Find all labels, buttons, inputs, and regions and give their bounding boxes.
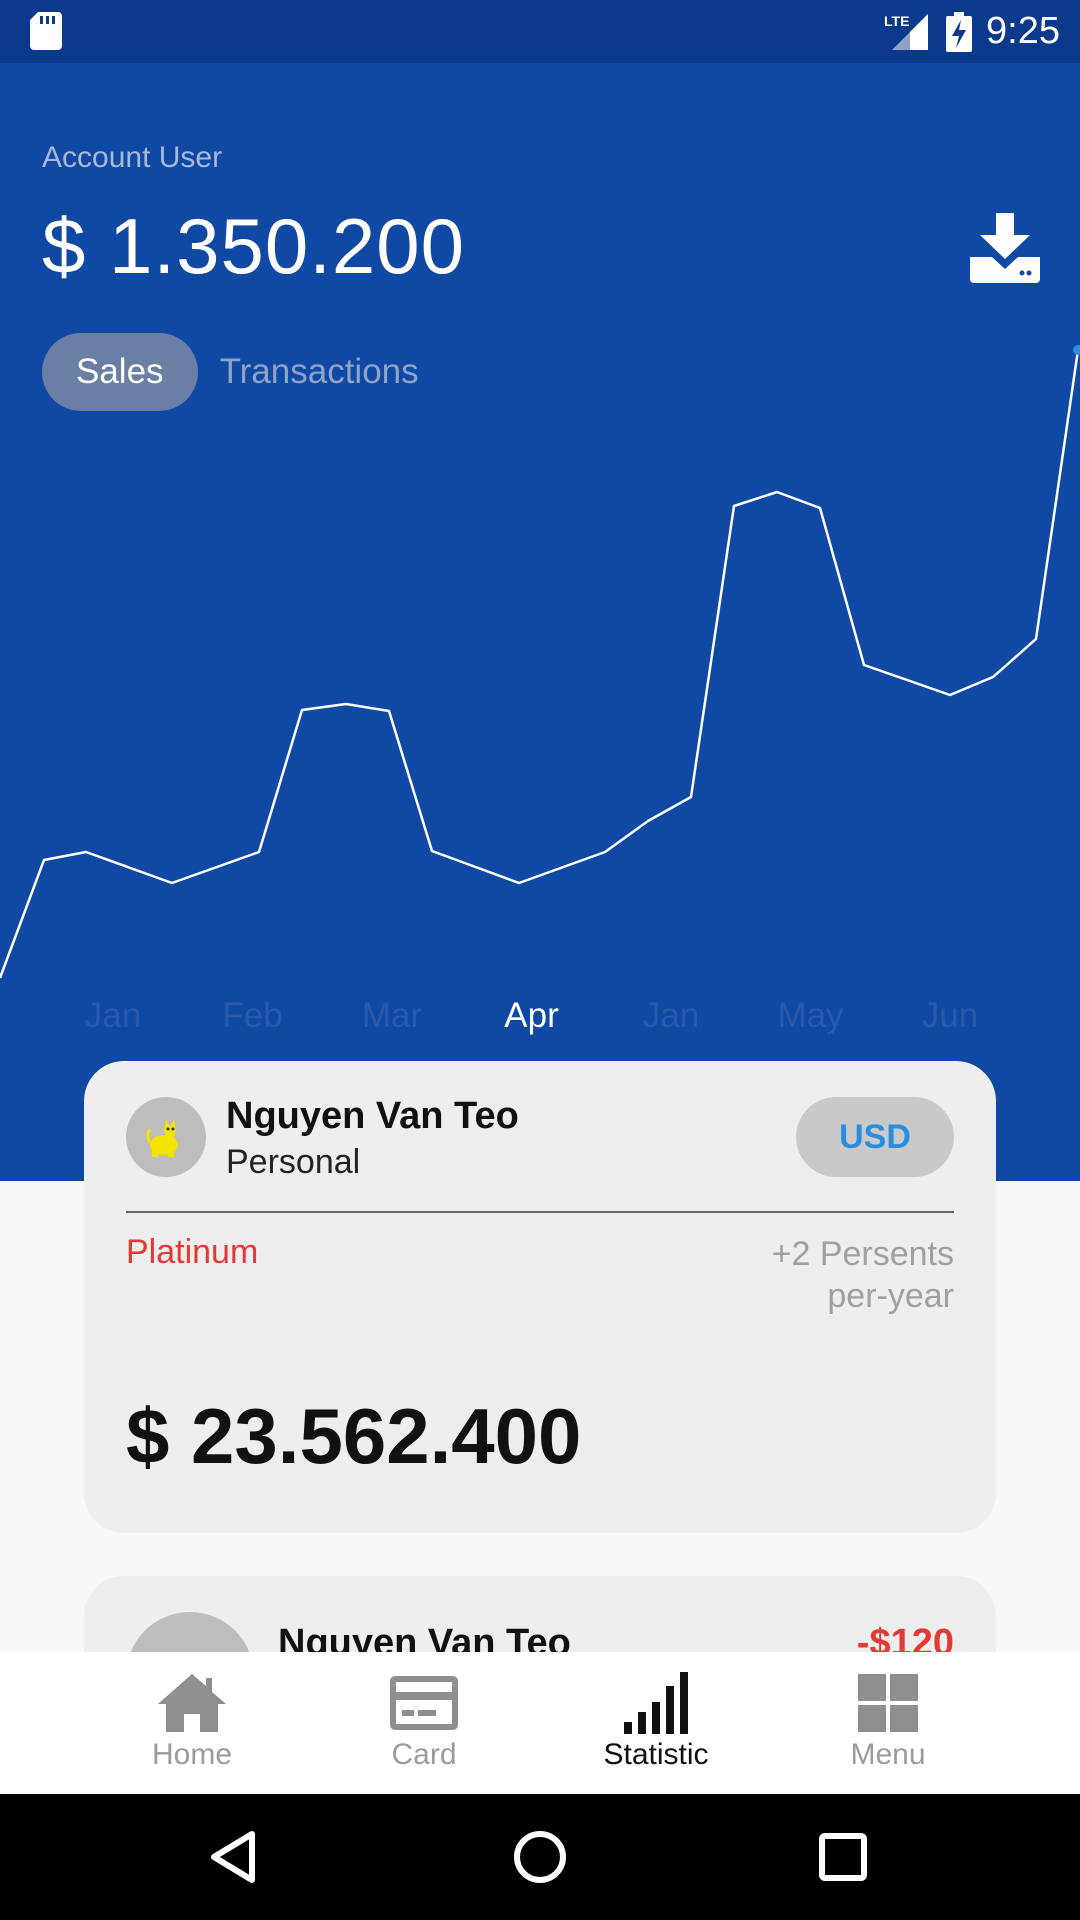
statistic-icon [624,1672,688,1734]
nav-statistic[interactable]: Statistic [540,1652,772,1794]
home-circle-icon[interactable] [505,1822,575,1892]
clock: 9:25 [986,10,1060,52]
battery-charging-icon [946,11,973,52]
nav-home[interactable]: Home [76,1652,308,1794]
card-icon [390,1676,458,1730]
nav-card[interactable]: Card [308,1652,540,1794]
interest-rate: +2 Persents per-year [772,1233,954,1317]
sales-chart: Jan Feb Mar Apr Jan May Jun [0,345,1080,1035]
avatar [126,1097,206,1177]
month-label-feb[interactable]: Feb [222,996,282,1035]
nav-menu-label: Menu [850,1738,926,1771]
network-label: LTE [884,13,909,29]
month-axis: Jan Feb Mar Apr Jan May Jun [85,996,978,1035]
home-icon [158,1674,226,1732]
month-label-jun[interactable]: Jun [922,996,978,1035]
system-navigation-bar [0,1794,1080,1920]
card-tier: Platinum [126,1233,259,1271]
status-bar: LTE 9:25 [0,0,1080,63]
card-holder-name: Nguyen Van Teo [226,1095,519,1137]
currency-button[interactable]: USD [796,1097,954,1177]
header-panel: Account User $ 1.350.200 Sales Transacti… [0,63,1080,1181]
cat-icon [146,1119,178,1157]
month-label-jan[interactable]: Jan [643,996,699,1035]
month-label-jan[interactable]: Jan [85,996,141,1035]
nav-home-label: Home [151,1738,233,1771]
month-label-apr[interactable]: Apr [504,996,559,1035]
nav-menu[interactable]: Menu [772,1652,1004,1794]
bottom-nav: Home Card Statistic Menu [0,1652,1080,1794]
divider [126,1211,954,1213]
month-label-may[interactable]: May [777,996,844,1035]
line-end-point [1073,345,1080,355]
menu-icon [858,1674,918,1732]
back-icon[interactable] [200,1822,270,1892]
sales-line [0,349,1080,979]
nav-statistic-label: Statistic [603,1738,709,1771]
account-card[interactable]: Nguyen Van Teo Personal USD Platinum +2 … [84,1061,996,1533]
interest-rate-line1: +2 Persents [771,1235,954,1273]
interest-rate-line2: per-year [827,1277,954,1315]
recents-icon[interactable] [808,1822,878,1892]
nav-card-label: Card [391,1738,457,1771]
lte-signal-icon: LTE [884,13,929,50]
month-label-mar[interactable]: Mar [362,996,423,1035]
card-account-type: Personal [226,1143,361,1181]
sd-card-icon [30,12,62,50]
card-balance: $ 23.562.400 [126,1392,582,1480]
